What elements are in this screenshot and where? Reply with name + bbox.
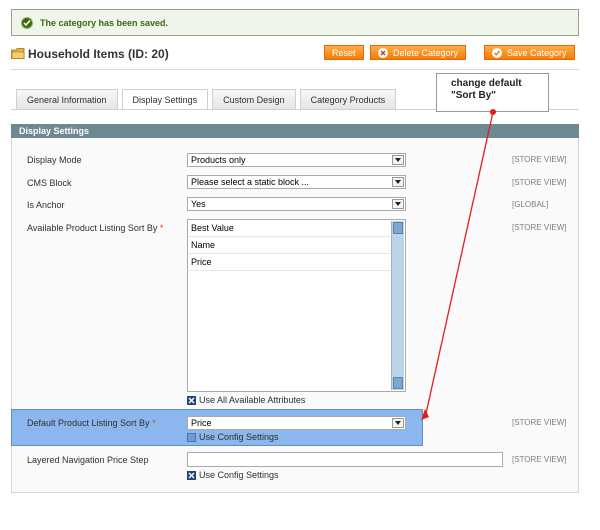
annotation-arrow <box>421 109 496 420</box>
